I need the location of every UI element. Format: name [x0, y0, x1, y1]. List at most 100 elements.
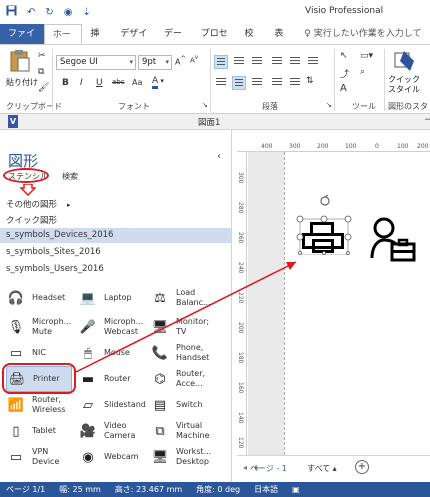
tab-review[interactable]: 校閲 [236, 24, 266, 59]
font-name-combo[interactable]: Segoe UI ▾ [56, 55, 136, 70]
shape-phone[interactable]: 📞 Phone, Handset [150, 340, 209, 366]
connector-tool-icon[interactable]: ⤴ [340, 67, 349, 80]
tab-data[interactable]: データ [156, 24, 193, 59]
macro-record-icon[interactable]: ▣ [292, 485, 300, 494]
bold-button[interactable]: B [62, 78, 69, 88]
shape-microphone-mute[interactable]: 🎙 Microph... Mute [6, 314, 72, 340]
shape-virtual-machine[interactable]: ⧉ Virtual Machine [150, 418, 209, 444]
align-center-icon[interactable] [232, 76, 246, 90]
quick-shapes-item[interactable]: クイック図形 [6, 214, 57, 226]
pointer-tool-icon[interactable]: ↖ [340, 51, 348, 61]
dialog-launcher-icon[interactable]: ↘ [202, 101, 208, 109]
shape-webcam[interactable]: ◉ Webcam [78, 444, 138, 470]
nic-icon: ▭ [9, 345, 23, 361]
user-briefcase-icon[interactable] [370, 216, 416, 262]
text-direction-icon[interactable]: ⇅ [306, 76, 314, 86]
distribute-icon[interactable] [288, 76, 302, 90]
ruler-tick: 180 [237, 352, 244, 364]
tab-process[interactable]: プロセス [193, 24, 237, 59]
cut-icon[interactable]: ✂ [38, 51, 46, 61]
text-case-icon[interactable]: Aa [132, 78, 142, 87]
webcam-icon: ◉ [82, 449, 94, 465]
shape-workstation-desktop[interactable]: 🖥 Workst... Desktop [150, 444, 211, 470]
tab-design[interactable]: デザイン [112, 24, 156, 59]
shape-switch[interactable]: ▤ Switch [150, 392, 203, 418]
shape-headset[interactable]: 🎧 Headset [6, 285, 65, 311]
status-height: 高さ: 23.467 mm [114, 485, 183, 494]
copy-icon[interactable]: ⧉ [38, 67, 44, 77]
shape-slidestand[interactable]: ▱ Slidestand [78, 392, 146, 418]
font-size-combo[interactable]: 9pt ▾ [138, 55, 172, 70]
indent-decrease-icon[interactable] [270, 55, 284, 69]
shape-monitor[interactable]: 🖥 Monitor; TV [150, 314, 209, 340]
visio-app-icon: V [8, 115, 18, 128]
shape-microphone-webcast[interactable]: 🎤 Microph... Webcast [78, 314, 143, 340]
tab-insert[interactable]: 挿入 [82, 24, 112, 59]
shape-tool-icon[interactable]: ⌕ [360, 67, 365, 77]
shape-mouse[interactable]: 🖱 Mouse [78, 340, 130, 366]
monitor-icon: 🖥 [151, 319, 169, 335]
minimize-icon[interactable]: − [424, 115, 430, 125]
mouse-icon: 🖱 [84, 345, 92, 361]
customize-qat-icon[interactable]: ⇣ [83, 7, 91, 18]
add-page-button[interactable]: + [355, 460, 369, 474]
italic-button[interactable]: I [80, 78, 83, 88]
indent-increase-icon[interactable] [288, 55, 302, 69]
align-top-icon[interactable] [214, 55, 228, 69]
undo-icon[interactable]: ↶ [27, 7, 35, 18]
format-painter-icon[interactable]: 🖌 [38, 83, 49, 93]
tab-view[interactable]: 表示 [266, 24, 296, 59]
stencil-users[interactable]: s_symbols_Users_2016 [0, 262, 231, 277]
align-middle-icon[interactable] [232, 55, 246, 69]
shape-laptop[interactable]: 💻 Laptop [78, 285, 132, 311]
stencil-sites[interactable]: s_symbols_Sites_2016 [0, 245, 231, 260]
selected-printer-shape[interactable] [290, 195, 360, 255]
strikethrough-button[interactable]: abc [112, 78, 125, 86]
align-right-icon[interactable] [250, 76, 264, 90]
justify-icon[interactable] [270, 76, 284, 90]
redo-icon[interactable]: ↻ [45, 7, 53, 18]
shape-router-wireless[interactable]: 📶 Router, Wireless [6, 392, 66, 418]
status-page[interactable]: ページ 1/1 [6, 484, 45, 495]
ruler-tick: 160 [237, 382, 244, 394]
shape-vpn-device[interactable]: ▭ VPN Device [6, 444, 60, 470]
more-shapes-menu[interactable]: その他の図形 ▸ [6, 198, 71, 210]
dialog-launcher-icon[interactable]: ↘ [326, 101, 332, 109]
paste-button[interactable]: 貼り付け [6, 49, 38, 97]
align-left-icon[interactable] [214, 76, 228, 90]
status-bar: ページ 1/1 幅: 25 mm 高さ: 23.467 mm 角度: 0 deg… [0, 482, 430, 497]
prev-page-icon[interactable]: ◂ [243, 463, 247, 472]
shape-load-balancer[interactable]: ⚖ Load Balanc... [150, 285, 210, 311]
shape-video-camera[interactable]: 🎥 Video Camera [78, 418, 136, 444]
font-color-button[interactable]: A ▾ [152, 76, 164, 89]
tab-file[interactable]: ファイル [0, 24, 44, 59]
shape-router-access[interactable]: ⌬ Router, Acce... [150, 366, 205, 392]
shrink-font-icon[interactable]: Av [190, 55, 198, 64]
shape-label: Router, Wireless [32, 395, 66, 414]
shape-label: Microph... Mute [32, 317, 72, 336]
tab-search[interactable]: 検索 [62, 171, 78, 182]
collapse-panel-icon[interactable]: ‹ [217, 151, 221, 162]
all-pages-tab[interactable]: すべて ▴ [307, 463, 337, 474]
tab-home[interactable]: ホーム [43, 24, 83, 60]
underline-button[interactable]: U [96, 78, 103, 88]
vertical-ruler: 300 280 260 240 220 200 180 160 140 120 [237, 152, 247, 455]
record-icon[interactable]: ◉ [64, 7, 73, 18]
shape-label: Slidestand [104, 400, 146, 409]
shape-label: Mouse [104, 348, 130, 357]
shape-tablet[interactable]: ▯ Tablet [6, 418, 55, 444]
save-icon[interactable] [6, 5, 17, 19]
grow-font-icon[interactable]: A^ [175, 55, 186, 67]
quick-style-label: クイック スタイル [388, 75, 420, 94]
status-language[interactable]: 日本語 [254, 484, 278, 495]
stencil-devices[interactable]: s_symbols_Devices_2016 [0, 228, 231, 243]
bullets-icon[interactable] [306, 55, 320, 69]
page-tab[interactable]: ページ - 1 [250, 463, 287, 474]
quick-style-button[interactable]: クイック スタイル [388, 49, 424, 99]
router-access-icon: ⌬ [154, 371, 166, 387]
text-tool-icon[interactable]: A [340, 83, 347, 94]
rectangle-tool-icon[interactable]: ▭▾ [360, 51, 373, 61]
align-bottom-icon[interactable] [250, 55, 264, 69]
shape-router[interactable]: ▬ Router [78, 366, 131, 392]
tell-me-box[interactable]: ♀ 実行したい作業を入力してください [296, 24, 430, 59]
